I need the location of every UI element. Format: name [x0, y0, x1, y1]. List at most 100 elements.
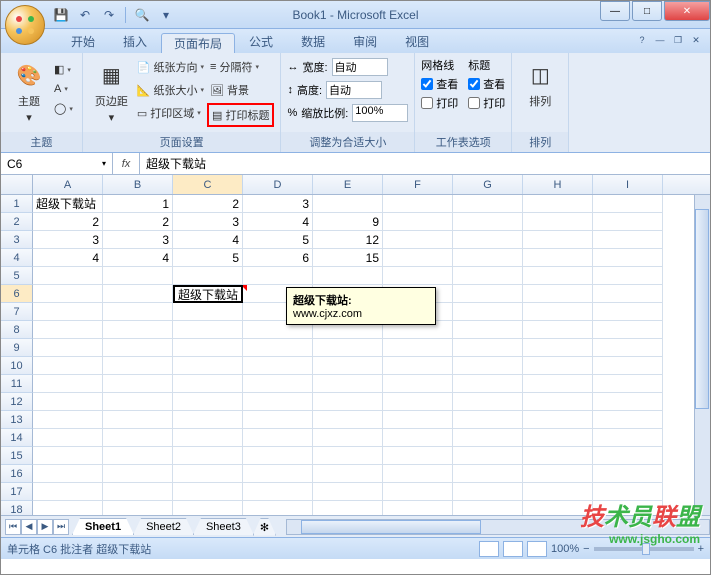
cell[interactable]: [523, 339, 593, 357]
cell[interactable]: [33, 447, 103, 465]
cell[interactable]: [593, 501, 663, 515]
theme-colors-button[interactable]: ◧▾: [51, 61, 76, 78]
row-header[interactable]: 1: [1, 195, 33, 213]
cell[interactable]: [523, 213, 593, 231]
cell[interactable]: 6: [243, 249, 313, 267]
cell[interactable]: [33, 483, 103, 501]
theme-effects-button[interactable]: ◯▾: [51, 100, 76, 117]
normal-view-button[interactable]: [479, 541, 499, 557]
tab-data[interactable]: 数据: [287, 30, 339, 53]
row-header[interactable]: 4: [1, 249, 33, 267]
page-break-view-button[interactable]: [527, 541, 547, 557]
cell[interactable]: [383, 213, 453, 231]
fx-button[interactable]: fx: [117, 155, 135, 173]
close-button[interactable]: ✕: [664, 1, 710, 21]
cell[interactable]: [33, 303, 103, 321]
cell[interactable]: [593, 339, 663, 357]
row-header[interactable]: 12: [1, 393, 33, 411]
cell[interactable]: [243, 483, 313, 501]
cell[interactable]: 3: [173, 213, 243, 231]
cell[interactable]: [313, 195, 383, 213]
zoom-thumb[interactable]: [642, 543, 650, 555]
row-header[interactable]: 6: [1, 285, 33, 303]
cell[interactable]: [243, 447, 313, 465]
height-combo[interactable]: 自动: [326, 81, 382, 99]
cell[interactable]: [453, 501, 523, 515]
headings-view-checkbox[interactable]: [468, 78, 480, 90]
cell[interactable]: [383, 339, 453, 357]
row-header[interactable]: 2: [1, 213, 33, 231]
cell[interactable]: [523, 393, 593, 411]
cell[interactable]: [33, 267, 103, 285]
cell[interactable]: [33, 339, 103, 357]
cell[interactable]: 超级下载站: [173, 285, 243, 303]
row-header[interactable]: 8: [1, 321, 33, 339]
cell[interactable]: [313, 339, 383, 357]
row-header[interactable]: 5: [1, 267, 33, 285]
cell[interactable]: [243, 429, 313, 447]
cell[interactable]: [313, 375, 383, 393]
col-header[interactable]: H: [523, 175, 593, 194]
theme-fonts-button[interactable]: A▾: [51, 81, 76, 97]
cell[interactable]: [33, 501, 103, 515]
cell[interactable]: [383, 429, 453, 447]
cell[interactable]: [173, 375, 243, 393]
cell[interactable]: [453, 393, 523, 411]
cell[interactable]: 3: [33, 231, 103, 249]
cell[interactable]: [523, 411, 593, 429]
cell[interactable]: [383, 447, 453, 465]
print-preview-icon[interactable]: 🔍: [132, 5, 152, 25]
row-header[interactable]: 17: [1, 483, 33, 501]
cell[interactable]: [453, 303, 523, 321]
vscroll-thumb[interactable]: [695, 209, 709, 409]
cell[interactable]: [453, 429, 523, 447]
page-layout-view-button[interactable]: [503, 541, 523, 557]
cell[interactable]: [313, 393, 383, 411]
cell[interactable]: 4: [173, 231, 243, 249]
cell[interactable]: [453, 321, 523, 339]
row-header[interactable]: 18: [1, 501, 33, 515]
cell[interactable]: 15: [313, 249, 383, 267]
select-all-button[interactable]: [1, 175, 33, 194]
cell[interactable]: [593, 375, 663, 393]
cell[interactable]: [453, 249, 523, 267]
tab-formulas[interactable]: 公式: [235, 30, 287, 53]
cell[interactable]: 2: [173, 195, 243, 213]
maximize-button[interactable]: □: [632, 1, 662, 21]
zoom-slider[interactable]: [594, 547, 694, 551]
tab-page-layout[interactable]: 页面布局: [161, 33, 235, 53]
cell[interactable]: [243, 411, 313, 429]
cell[interactable]: [523, 375, 593, 393]
tab-insert[interactable]: 插入: [109, 30, 161, 53]
cell[interactable]: [383, 357, 453, 375]
cell[interactable]: [313, 429, 383, 447]
minimize-button[interactable]: —: [600, 1, 630, 21]
row-header[interactable]: 15: [1, 447, 33, 465]
cell[interactable]: [173, 321, 243, 339]
cell[interactable]: [453, 339, 523, 357]
save-icon[interactable]: 💾: [51, 5, 71, 25]
row-header[interactable]: 16: [1, 465, 33, 483]
cell[interactable]: [243, 393, 313, 411]
row-header[interactable]: 13: [1, 411, 33, 429]
zoom-out-button[interactable]: −: [583, 543, 589, 555]
cell[interactable]: [103, 285, 173, 303]
cell[interactable]: [383, 375, 453, 393]
cell[interactable]: [103, 375, 173, 393]
cell[interactable]: [243, 465, 313, 483]
cell[interactable]: [103, 303, 173, 321]
cell[interactable]: [453, 447, 523, 465]
gridlines-view-checkbox[interactable]: [421, 78, 433, 90]
cell[interactable]: [523, 429, 593, 447]
cell[interactable]: [173, 483, 243, 501]
cell[interactable]: [383, 465, 453, 483]
cell[interactable]: [173, 357, 243, 375]
namebox-dropdown-icon[interactable]: ▾: [102, 159, 106, 168]
cell[interactable]: [173, 267, 243, 285]
cell[interactable]: [453, 213, 523, 231]
cell[interactable]: [313, 267, 383, 285]
cell[interactable]: [103, 339, 173, 357]
sheet-nav-last-icon[interactable]: ⏭: [53, 519, 69, 535]
formula-input[interactable]: 超级下载站: [140, 153, 710, 174]
cell[interactable]: 1: [103, 195, 173, 213]
